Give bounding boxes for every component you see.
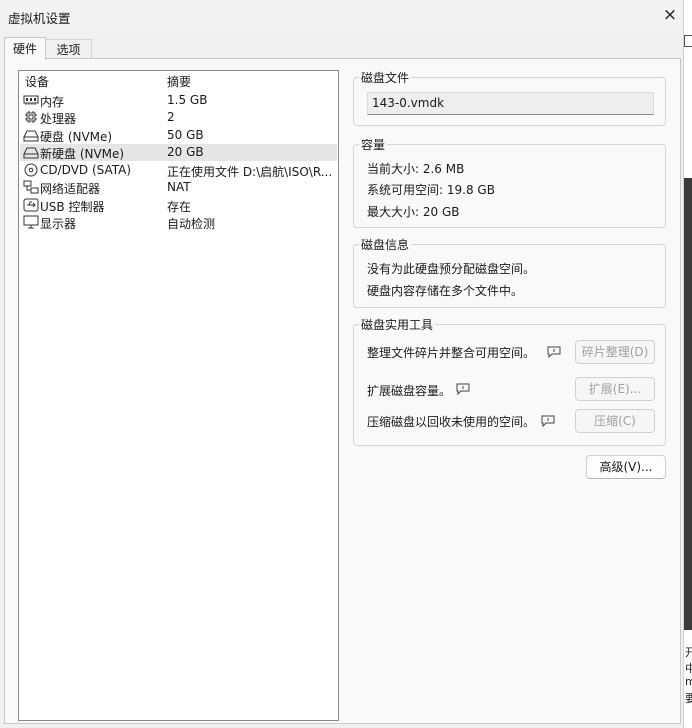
- device-name: USB 控制器: [40, 200, 105, 214]
- defragment-button[interactable]: 碎片整理(D): [575, 340, 655, 364]
- background-text-fragment: 开: [685, 644, 692, 660]
- device-summary: 20 GB: [167, 145, 204, 159]
- disk-utilities-group: 磁盘实用工具 整理文件碎片并整合可用空间。 碎片整理(D) 扩展磁盘容量。 扩展…: [353, 316, 666, 446]
- device-summary: 1.5 GB: [167, 93, 208, 107]
- device-row-processor[interactable]: 处理器 2: [20, 109, 337, 126]
- processor-icon: [25, 111, 37, 123]
- background-dark-area: [684, 178, 692, 630]
- disk-file-label: 磁盘文件: [359, 69, 412, 86]
- info-icon[interactable]: [541, 415, 555, 427]
- memory-icon: [23, 95, 39, 105]
- current-size-text: 当前大小: 2.6 MB: [367, 162, 465, 176]
- window-title: 虚拟机设置: [8, 11, 71, 26]
- disk-info-line-1: 没有为此硬盘预分配磁盘空间。: [367, 262, 536, 276]
- background-text-fragment: 要: [685, 690, 692, 706]
- device-summary: 存在: [167, 200, 192, 214]
- device-row-cd-dvd[interactable]: CD/DVD (SATA) 正在使用文件 D:\启航\ISO\R...: [20, 162, 337, 179]
- tab-options[interactable]: 选项: [45, 39, 92, 60]
- capacity-group: 容量 当前大小: 2.6 MB 系统可用空间: 19.8 GB 最大大小: 20…: [353, 136, 666, 228]
- close-button[interactable]: ×: [660, 4, 680, 26]
- device-summary: 2: [167, 110, 175, 124]
- device-list[interactable]: 设备 摘要 内存 1.5 GB 处理器 2 硬盘 (NVMe) 50 GB 新硬…: [18, 70, 339, 721]
- column-header-summary[interactable]: 摘要: [167, 73, 191, 90]
- device-summary: NAT: [167, 180, 191, 194]
- available-space-text: 系统可用空间: 19.8 GB: [367, 183, 495, 197]
- device-name: 网络适配器: [40, 182, 101, 196]
- compact-text: 压缩磁盘以回收未使用的空间。: [367, 415, 536, 429]
- title-bar: 虚拟机设置 ×: [0, 0, 683, 32]
- disk-file-field[interactable]: 143-0.vmdk: [367, 92, 654, 115]
- cd-icon: [24, 163, 38, 177]
- background-window-strip: 开 中 m 要: [683, 0, 692, 728]
- disk-file-group: 磁盘文件 143-0.vmdk: [353, 69, 666, 126]
- device-name: 硬盘 (NVMe): [40, 130, 113, 144]
- disk-utilities-label: 磁盘实用工具: [359, 316, 436, 333]
- usb-icon: [23, 198, 39, 212]
- info-icon[interactable]: [547, 346, 561, 358]
- device-row-memory[interactable]: 内存 1.5 GB: [20, 92, 337, 109]
- background-window-icon: [684, 35, 692, 47]
- disk-info-label: 磁盘信息: [359, 236, 412, 253]
- network-icon: [23, 180, 39, 194]
- device-name: 显示器: [40, 217, 77, 231]
- device-row-hard-disk[interactable]: 硬盘 (NVMe) 50 GB: [20, 127, 337, 144]
- disk-info-line-2: 硬盘内容存储在多个文件中。: [367, 284, 524, 298]
- capacity-label: 容量: [359, 136, 388, 153]
- defragment-text: 整理文件碎片并整合可用空间。: [367, 346, 536, 360]
- info-icon[interactable]: [456, 383, 470, 395]
- device-row-network-adapter[interactable]: 网络适配器 NAT: [20, 179, 337, 196]
- device-row-usb-controller[interactable]: USB 控制器 存在: [20, 197, 337, 214]
- tab-strip: 硬件 选项: [0, 37, 683, 60]
- display-icon: [23, 215, 39, 229]
- column-header-device[interactable]: 设备: [25, 73, 49, 90]
- tab-hardware[interactable]: 硬件: [4, 37, 46, 60]
- max-size-text: 最大大小: 20 GB: [367, 205, 460, 219]
- device-name: 处理器: [40, 112, 77, 126]
- advanced-button[interactable]: 高级(V)...: [586, 455, 666, 479]
- device-row-display[interactable]: 显示器 自动检测: [20, 214, 337, 231]
- background-text-fragment: 中: [685, 660, 692, 676]
- device-name: CD/DVD (SATA): [40, 163, 132, 177]
- expand-text: 扩展磁盘容量。: [367, 384, 452, 398]
- disk-icon: [23, 130, 39, 142]
- device-name: 内存: [40, 95, 65, 109]
- device-name: 新硬盘 (NVMe): [40, 147, 125, 161]
- disk-info-group: 磁盘信息 没有为此硬盘预分配磁盘空间。 硬盘内容存储在多个文件中。: [353, 236, 666, 308]
- device-summary: 50 GB: [167, 128, 204, 142]
- compact-button[interactable]: 压缩(C): [575, 409, 655, 433]
- disk-icon: [23, 147, 39, 159]
- background-text-fragment: m: [685, 675, 692, 688]
- device-summary: 正在使用文件 D:\启航\ISO\R...: [167, 165, 333, 179]
- device-row-new-hard-disk[interactable]: 新硬盘 (NVMe) 20 GB: [20, 144, 337, 161]
- device-summary: 自动检测: [167, 217, 216, 231]
- expand-button[interactable]: 扩展(E)...: [575, 377, 655, 401]
